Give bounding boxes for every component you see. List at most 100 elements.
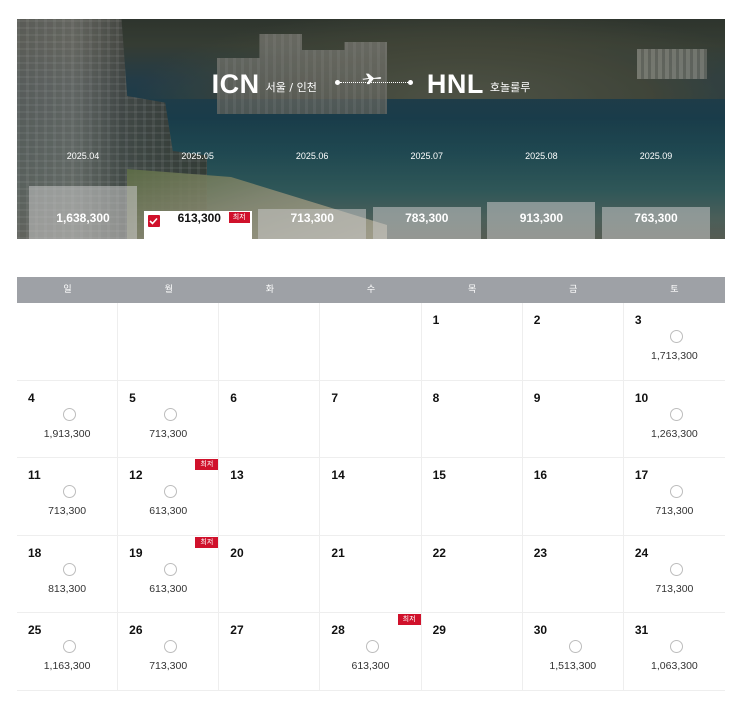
lowest-badge: 최저 [228, 212, 250, 223]
day-number: 14 [331, 468, 345, 482]
day-fare: 1,913,300 [43, 427, 91, 440]
day-number: 3 [634, 313, 642, 327]
calendar-day-28[interactable]: 28 613,300 최저 [320, 613, 422, 691]
day-fare: 713,300 [655, 582, 694, 595]
day-number: 18 [28, 545, 42, 560]
date-radio[interactable] [670, 562, 684, 576]
day-number: 23 [533, 545, 548, 560]
date-radio[interactable] [164, 407, 178, 421]
airplane-icon [362, 73, 382, 85]
calendar-empty-cell [118, 303, 220, 381]
day-fare: 613,300 [149, 582, 188, 595]
calendar-day-5[interactable]: 5 713,300 [118, 380, 220, 458]
date-radio[interactable] [164, 562, 178, 576]
destination-code: HNL [426, 69, 484, 99]
calendar-day-27: 27 [219, 613, 321, 691]
day-number: 20 [230, 545, 244, 560]
date-radio[interactable] [670, 407, 684, 421]
day-fare: 813,300 [48, 582, 87, 595]
day-number: 25 [28, 623, 42, 637]
day-number: 30 [533, 623, 548, 637]
month-tab-2025.05[interactable]: 2025.05 613,300 최저 [143, 149, 252, 239]
weekday-header: 일월화수목금토 [17, 277, 725, 303]
day-number: 13 [230, 468, 244, 482]
calendar-day-26[interactable]: 26 713,300 [118, 613, 220, 691]
weekday-label: 수 [366, 285, 376, 295]
month-fare-chart: 2025.04 1,638,300 2025.05 613,300 최저 2025.06 7… [17, 149, 725, 239]
calendar-day-31[interactable]: 31 1,063,300 [623, 613, 725, 691]
month-label: 2025.08 [525, 151, 558, 161]
month-tab-2025.04[interactable]: 2025.04 1,638,300 [29, 149, 137, 239]
date-radio[interactable] [366, 640, 380, 653]
day-fare: 1,513,300 [549, 660, 597, 672]
calendar-day-24[interactable]: 24 713,300 [623, 536, 725, 613]
calendar-day-4[interactable]: 4 1,913,300 [17, 380, 119, 458]
day-number: 17 [634, 468, 649, 482]
date-radio[interactable] [63, 485, 77, 498]
calendar-day-22: 22 [421, 535, 523, 613]
origin-code: ICN [211, 69, 260, 99]
calendar-day-14: 14 [320, 458, 422, 536]
month-tab-2025.08[interactable]: 2025.08 913,300 [487, 149, 596, 239]
calendar-day-2: 2 [522, 303, 624, 381]
day-number: 28 [331, 623, 345, 637]
month-tab-2025.09[interactable]: 2025.09 763,300 [602, 149, 710, 239]
calendar-empty-cell [17, 303, 119, 381]
day-fare: 1,163,300 [43, 660, 91, 672]
date-radio[interactable] [63, 562, 77, 576]
date-radio[interactable] [63, 640, 77, 653]
day-fare: 1,713,300 [651, 350, 698, 362]
date-radio[interactable] [670, 330, 684, 343]
calendar-day-19[interactable]: 19 613,300 최저 [118, 535, 220, 613]
day-fare: 713,300 [48, 505, 87, 517]
date-radio[interactable] [670, 485, 684, 498]
weekday-label: 목 [467, 285, 477, 295]
day-number: 12 [129, 468, 143, 482]
calendar-day-23: 23 [522, 535, 624, 613]
calendar-day-18[interactable]: 18 813,300 [17, 535, 119, 613]
date-radio[interactable] [164, 640, 178, 653]
calendar-day-25[interactable]: 25 1,163,300 [17, 613, 119, 691]
month-price: 1,638,300 [56, 211, 110, 225]
calendar-day-11[interactable]: 11 713,300 [17, 458, 119, 536]
day-number: 15 [432, 468, 446, 482]
month-tab-2025.06[interactable]: 2025.06 713,300 [258, 149, 367, 239]
check-icon [147, 215, 160, 227]
route-header: ICN 서울 / 인천 HNL 호놀룰루 [17, 63, 725, 99]
calendar-day-12[interactable]: 12 613,300 최저 [118, 458, 220, 536]
day-fare: 1,063,300 [651, 660, 698, 672]
day-number: 21 [331, 545, 345, 560]
calendar-day-6: 6 [219, 380, 321, 458]
day-number: 9 [533, 390, 541, 405]
month-price: 783,300 [405, 211, 449, 225]
calendar-day-8: 8 [421, 380, 523, 458]
day-fare: 713,300 [655, 505, 694, 517]
destination-city: 호놀룰루 [489, 81, 531, 94]
month-tab-2025.07[interactable]: 2025.07 783,300 [372, 149, 481, 239]
day-number: 4 [28, 390, 35, 405]
date-radio[interactable] [63, 407, 77, 421]
day-number: 16 [533, 468, 548, 482]
month-price: 713,300 [290, 211, 334, 225]
month-label: 2025.07 [410, 151, 444, 161]
month-label: 2025.05 [181, 151, 214, 161]
calendar-day-10[interactable]: 10 1,263,300 [623, 381, 725, 458]
calendar-day-15: 15 [421, 458, 523, 536]
day-number: 26 [129, 623, 143, 637]
calendar-day-29: 29 [421, 613, 523, 691]
month-price: 763,300 [634, 211, 678, 225]
day-number: 5 [129, 390, 136, 405]
day-number: 29 [432, 623, 446, 637]
day-number: 8 [432, 390, 440, 405]
calendar-day-3[interactable]: 3 1,713,300 [623, 303, 725, 381]
date-radio[interactable] [670, 640, 684, 653]
day-fare: 713,300 [149, 660, 188, 672]
date-radio[interactable] [568, 640, 582, 653]
calendar-day-30[interactable]: 30 1,513,300 [522, 613, 624, 691]
month-label: 2025.04 [66, 151, 100, 161]
calendar-day-13: 13 [219, 458, 321, 536]
calendar-day-17[interactable]: 17 713,300 [623, 458, 725, 536]
weekday-label: 일 [63, 285, 72, 295]
day-number: 27 [230, 623, 244, 637]
date-radio[interactable] [164, 485, 178, 498]
